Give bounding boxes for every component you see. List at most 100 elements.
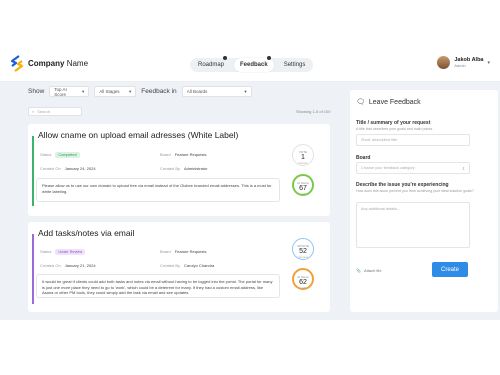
upvote-button[interactable]: UPVOTE 52 Upvotes [292,238,314,260]
title-field-help: A title that describes your goals and ma… [356,127,434,131]
nav-feedback[interactable]: Feedback [234,56,274,72]
card-title[interactable]: Allow cname on upload email adresses (Wh… [38,130,238,140]
sort-select-value: Top AI Score [54,86,67,97]
board-label: Board [160,152,171,157]
created-on-label: Created On [40,263,61,268]
card-accent-bar [32,136,34,206]
chevron-down-icon: ▾ [82,88,85,94]
nav-roadmap-label: Roadmap [198,62,225,68]
avatar [437,56,451,69]
show-label: Show [28,88,45,95]
feedback-list-area: Show Top AI Score ▾ All Stages ▾ Feedback … [0,82,340,320]
created-on-value: January 21, 2024 [64,263,96,268]
created-on-value: January 24, 2024 [64,166,96,171]
create-button[interactable]: Create [432,262,468,277]
feedback-card[interactable]: Add tasks/notes via email Status Under Re… [28,222,330,312]
company-name-rest: Name [66,59,89,68]
card-accent-bar [32,234,34,304]
chat-bubble-icon: 🗨 [356,99,365,106]
title-input[interactable]: Short, descriptive title [356,134,470,146]
board-field-label: Board [356,155,371,161]
board-select[interactable]: Choose your feedback category ⇕ [356,162,470,174]
company-name-bold: Company [28,59,65,68]
issue-field-label: Describe the issue you're experiencing [356,182,449,188]
paperclip-icon: 📎 [356,268,361,273]
ai-score-max: / 100 [299,192,307,196]
panel-title: 🗨 Leave Feedback [356,98,421,107]
leave-feedback-form: 🗨 Leave Feedback Title / summary of your… [350,90,498,312]
search-placeholder: Search [37,109,50,114]
vote-sub-label: Upvotes [297,255,309,259]
issue-textarea-placeholder: Any additional details... [361,207,401,211]
ai-score-ring: AI Score 67 / 100 [292,174,314,196]
issue-field-help: How does this issue prevent you from ach… [356,189,474,193]
created-by-label: Created By [160,263,181,268]
nav-settings-label: Settings [283,62,306,68]
nav-feedback-label: Feedback [240,62,268,68]
user-role: Admin [454,63,466,68]
chevron-down-icon: ▾ [244,88,247,94]
notification-dot-icon [266,56,271,60]
card-created-by: Created By Carolyn Chandra [160,263,214,268]
company-logo-icon[interactable] [10,55,24,72]
board-value: Feature Requests [174,152,207,157]
vote-sub-label: Upvote [298,161,308,165]
chevron-down-icon: ▾ [487,59,490,66]
attach-file-label: Attach file [363,268,382,273]
search-icon: ⌕ [32,109,35,114]
card-board: Board Feature Requests [160,249,206,254]
issue-textarea[interactable]: Any additional details... [356,202,470,248]
board-filter-value: All Boards [186,89,208,94]
filter-bar: Show Top AI Score ▾ All Stages ▾ Feedback … [28,86,252,97]
status-label: Status [40,152,52,157]
user-menu[interactable]: Jakob Alba Admin ▾ [437,56,490,69]
card-description: Please allow us to use our own domain to… [36,178,280,202]
leave-feedback-panel: 🗨 Leave Feedback Title / summary of your… [340,82,500,320]
created-by-value: Carolyn Chandra [184,263,215,268]
nav-roadmap[interactable]: Roadmap [192,56,230,72]
stage-select[interactable]: All Stages ▾ [94,86,137,97]
title-input-placeholder: Short, descriptive title [361,138,398,142]
status-badge: Under Review [55,249,86,255]
created-by-value: Administrator [184,166,208,171]
notification-dot-icon [223,56,228,60]
card-status: Status Completed [40,152,80,158]
status-label: Status [40,249,52,254]
board-select-placeholder: Choose your feedback category [361,166,415,170]
board-filter-select[interactable]: All Boards ▾ [181,86,252,97]
card-created-by: Created By Administrator [160,166,208,171]
card-created-on: Created On January 24, 2024 [40,166,96,171]
nav-settings[interactable]: Settings [278,58,312,72]
card-created-on: Created On January 21, 2024 [40,263,96,268]
card-title[interactable]: Add tasks/notes via email [38,228,134,238]
status-badge: Completed [55,152,80,158]
chevron-down-icon: ▾ [129,88,132,94]
ai-score-value: 67 [299,185,307,192]
card-description: It would be great if clients could add b… [36,274,280,298]
attach-file-button[interactable]: 📎 Attach file [356,268,382,273]
vote-count: 1 [301,154,305,161]
created-by-label: Created By [160,166,181,171]
sort-select[interactable]: Top AI Score ▾ [49,86,90,97]
chevron-updown-icon: ⇕ [461,166,465,171]
feedback-in-label: Feedback in [141,88,177,95]
app-header: Company Name Roadmap Feedback Settings J… [0,46,500,82]
board-value: Feature Requests [174,249,207,254]
panel-title-text: Leave Feedback [368,98,421,106]
feedback-card[interactable]: Allow cname on upload email adresses (Wh… [28,124,330,216]
created-on-label: Created On [40,166,61,171]
vote-count: 52 [299,248,307,255]
card-board: Board Feature Requests [160,152,206,157]
board-label: Board [160,249,171,254]
card-status: Status Under Review [40,249,86,255]
search-input[interactable]: ⌕ Search [28,107,82,116]
company-name: Company Name [28,59,88,68]
main-nav: Roadmap Feedback Settings [190,56,314,72]
ai-score-ring: AI Score 62 / 100 [292,268,314,290]
title-field-label: Title / summary of your request [356,120,431,126]
ai-score-max: / 100 [299,286,307,290]
results-count: Showing 1-5 of 100 [296,109,331,114]
stage-select-value: All Stages [99,89,120,94]
upvote-button[interactable]: VOTE 1 Upvote [292,144,314,166]
ai-score-value: 62 [299,279,307,286]
